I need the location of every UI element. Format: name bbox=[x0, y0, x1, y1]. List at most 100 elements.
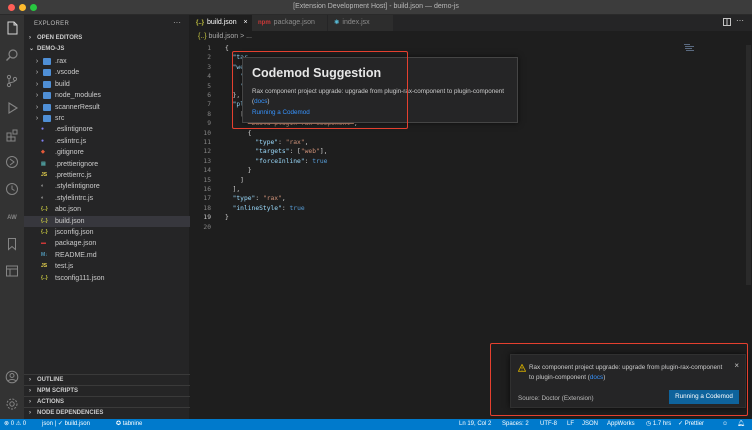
minimap-line bbox=[686, 50, 694, 51]
line-number: 4 bbox=[207, 73, 211, 81]
bookmark-icon[interactable] bbox=[5, 237, 19, 251]
tree-folder[interactable]: › build bbox=[24, 79, 190, 90]
minimap[interactable] bbox=[684, 44, 696, 54]
close-tab-icon[interactable]: × bbox=[244, 19, 248, 26]
more-actions-icon[interactable]: ··· bbox=[173, 18, 181, 27]
account-icon[interactable] bbox=[5, 370, 19, 384]
code-token: ] bbox=[225, 176, 244, 184]
tree-file[interactable]: ▤ .prettierignore bbox=[24, 159, 190, 170]
line-number: 2 bbox=[207, 54, 211, 62]
node-dependencies-section[interactable]: › NODE DEPENDENCIES bbox=[24, 407, 190, 418]
tree-file[interactable]: {..} abc.json bbox=[24, 204, 190, 215]
line-content: } bbox=[225, 213, 229, 222]
tree-item-label: scannerResult bbox=[55, 103, 100, 111]
encoding[interactable]: UTF-8 bbox=[540, 419, 557, 430]
tree-item-label: .prettierrc.js bbox=[55, 172, 92, 179]
json-file-icon: {..} bbox=[41, 206, 48, 213]
folder-icon bbox=[43, 69, 51, 77]
breadcrumb[interactable]: {..} build.json > ... bbox=[198, 33, 252, 40]
tab-index-jsx[interactable]: ⚛ index.jsx bbox=[328, 15, 394, 31]
folder-icon bbox=[43, 58, 51, 65]
tree-file[interactable]: ● .eslintignore bbox=[24, 124, 190, 135]
chevron-right-icon: › bbox=[35, 69, 39, 77]
code-token: "type" bbox=[255, 139, 279, 146]
outline-section[interactable]: › OUTLINE bbox=[24, 374, 190, 385]
line-number: 20 bbox=[203, 223, 211, 231]
line-number: 14 bbox=[203, 167, 211, 175]
chevron-right-icon: › bbox=[35, 80, 39, 88]
code-line: 10 { bbox=[190, 129, 690, 138]
code-line: 15 ] bbox=[190, 176, 690, 185]
settings-gear-icon[interactable] bbox=[5, 397, 19, 411]
history-icon[interactable] bbox=[5, 182, 19, 196]
run-debug-icon[interactable] bbox=[5, 101, 19, 115]
tree-file[interactable]: JS .prettierrc.js bbox=[24, 170, 190, 181]
tree-file[interactable]: ● .eslintrc.js bbox=[24, 136, 190, 147]
chevron-right-icon: › bbox=[29, 35, 31, 41]
prettier-status[interactable]: ✓ Prettier bbox=[678, 419, 704, 430]
prettier-file-icon: ▤ bbox=[41, 160, 46, 167]
tree-file[interactable]: ◐ .stylelintignore bbox=[24, 181, 190, 192]
js-file-icon: JS bbox=[41, 172, 48, 178]
open-editors-section[interactable]: › OPEN EDITORS bbox=[24, 33, 190, 44]
folder-icon bbox=[43, 103, 51, 111]
indentation[interactable]: Spaces: 2 bbox=[502, 419, 529, 430]
code-token: "targets" bbox=[255, 148, 290, 156]
notifications-bell-icon[interactable]: 🔔︎ bbox=[737, 419, 745, 430]
tree-file[interactable]: {..} jsconfig.json bbox=[24, 227, 190, 238]
editor-scrollbar[interactable] bbox=[746, 45, 751, 285]
tree-file[interactable]: {..} build.json bbox=[24, 215, 190, 227]
split-editor-icon[interactable] bbox=[723, 18, 731, 28]
md-file-icon: M↓ bbox=[41, 251, 48, 258]
tree-item-label: src bbox=[55, 115, 65, 122]
tree-file[interactable]: ▬ package.json bbox=[24, 238, 190, 249]
search-icon[interactable] bbox=[5, 48, 19, 62]
tree-item-label: package.json bbox=[55, 240, 97, 248]
title-bar: [Extension Development Host] - build.jso… bbox=[0, 0, 752, 15]
tab-bar: {..} build.json × npm package.json ⚛ index.… bbox=[190, 15, 752, 31]
tree-folder[interactable]: › node_modules bbox=[24, 90, 190, 101]
line-number: 5 bbox=[207, 82, 211, 90]
tab-build-json[interactable]: {..} build.json × bbox=[190, 15, 252, 31]
tree-file[interactable]: {..} tsconfig111.json bbox=[24, 273, 190, 284]
time-tracker[interactable]: ◷ 1.7 hrs bbox=[646, 419, 671, 430]
more-actions-icon[interactable]: ⋯ bbox=[736, 16, 744, 25]
tree-file[interactable]: JS test.js bbox=[24, 261, 190, 272]
language-path[interactable]: json | ✓ build.json bbox=[42, 419, 90, 430]
code-line: 19} bbox=[190, 213, 690, 222]
actions-section[interactable]: › ACTIONS bbox=[24, 396, 190, 407]
tree-folder[interactable]: › .vscode bbox=[24, 67, 190, 78]
feedback-icon[interactable]: ☺ bbox=[722, 419, 728, 430]
line-number: 9 bbox=[207, 120, 211, 128]
tree-folder[interactable]: › src bbox=[24, 113, 190, 124]
tree-file[interactable]: M↓ README.md bbox=[24, 250, 190, 261]
language-mode[interactable]: JSON bbox=[582, 419, 598, 430]
status-bar: ⊗ 0 ⚠ 0 json | ✓ build.json ✪ tabnine Ln… bbox=[0, 419, 752, 430]
timeline-icon[interactable] bbox=[5, 155, 19, 169]
appworks-status[interactable]: AppWorks bbox=[607, 419, 635, 430]
aw-icon[interactable]: AW bbox=[5, 211, 19, 225]
tabnine-status[interactable]: ✪ tabnine bbox=[116, 419, 142, 430]
tree-item-label: .eslintrc.js bbox=[55, 137, 87, 145]
tab-package-json[interactable]: npm package.json bbox=[252, 15, 328, 31]
files-icon[interactable] bbox=[5, 21, 19, 35]
line-number: 11 bbox=[203, 139, 211, 146]
panel-icon[interactable] bbox=[5, 264, 19, 278]
source-control-icon[interactable] bbox=[5, 74, 19, 88]
extensions-icon[interactable] bbox=[5, 128, 19, 142]
line-content: "forceInline": true bbox=[225, 157, 327, 166]
end-of-line[interactable]: LF bbox=[567, 419, 574, 430]
problems-indicator[interactable]: ⊗ 0 ⚠ 0 bbox=[4, 419, 26, 430]
npm-scripts-section[interactable]: › NPM SCRIPTS bbox=[24, 385, 190, 396]
project-section[interactable]: ⌄ DEMO-JS bbox=[24, 44, 190, 55]
cursor-position[interactable]: Ln 19, Col 2 bbox=[459, 419, 491, 430]
tree-file[interactable]: ◐ .stylelintrc.js bbox=[24, 193, 190, 204]
tree-folder[interactable]: › .rax bbox=[24, 56, 190, 67]
code-token: , bbox=[304, 139, 309, 146]
tree-folder[interactable]: › scannerResult bbox=[24, 102, 190, 113]
code-token: ], bbox=[225, 186, 241, 193]
tree-file[interactable]: ◆ .gitignore bbox=[24, 147, 190, 158]
